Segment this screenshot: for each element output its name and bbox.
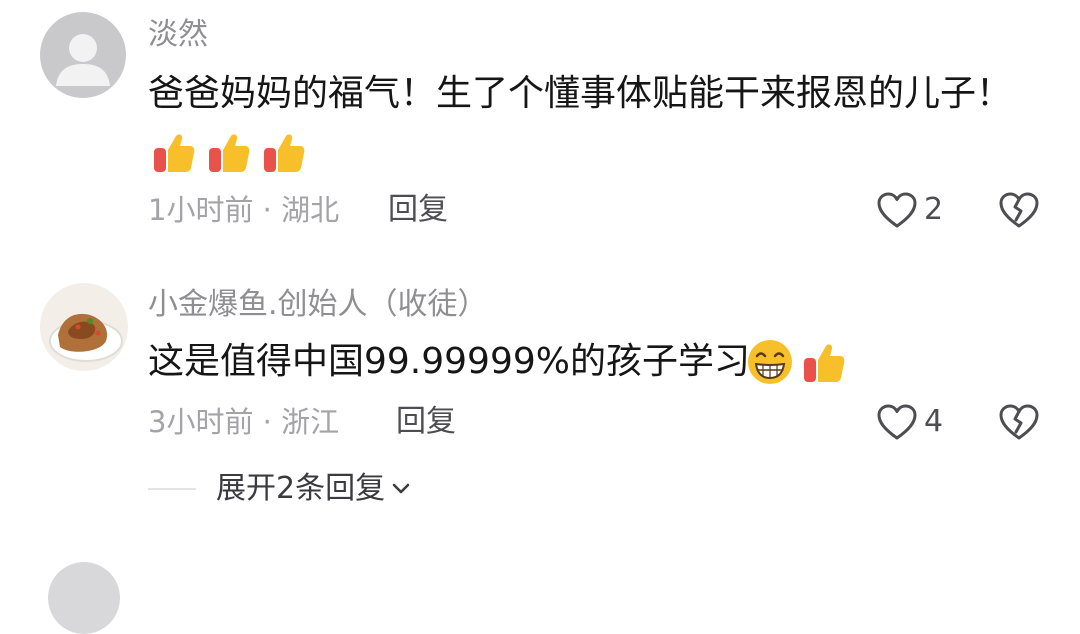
comment-text: 爸爸妈妈的福气！生了个懂事体贴能干来报恩的儿子！ [148, 73, 1013, 114]
expand-replies-label: 展开2条回复 [216, 471, 386, 506]
expand-divider [148, 488, 196, 490]
broken-heart-icon[interactable] [998, 191, 1040, 229]
avatar-default[interactable] [40, 12, 126, 98]
like-button[interactable]: 4 [876, 400, 943, 444]
heart-icon [877, 192, 917, 228]
avatar-user[interactable] [40, 283, 128, 371]
broken-heart-icon[interactable] [998, 403, 1040, 441]
like-button[interactable]: 2 [876, 188, 943, 232]
thumbs-up-icon [804, 344, 845, 382]
comment-username[interactable]: 小金爆鱼.创始人（收徒） [148, 290, 488, 320]
default-avatar-icon [40, 12, 126, 98]
reply-button[interactable]: 回复 [388, 195, 448, 225]
thumbs-up-icon [209, 134, 250, 172]
avatar-next[interactable] [48, 562, 120, 634]
comment-meta: 3小时前 · 浙江 [148, 405, 340, 439]
thumbs-up-icon [154, 134, 195, 172]
grinning-face-icon [748, 340, 792, 384]
like-count: 4 [924, 404, 944, 439]
comment-username[interactable]: 淡然 [148, 20, 208, 50]
reply-button[interactable]: 回复 [396, 407, 456, 437]
chevron-down-icon [392, 483, 410, 494]
comment-meta: 1小时前 · 湖北 [148, 193, 340, 227]
heart-icon [877, 404, 917, 440]
comment-text: 这是值得中国99.99999%的孩子学习 [148, 341, 750, 382]
like-count: 2 [924, 192, 944, 227]
thumbs-up-icon [264, 134, 305, 172]
expand-replies-button[interactable]: 展开2条回复 [216, 474, 411, 504]
food-avatar-icon [40, 283, 128, 371]
